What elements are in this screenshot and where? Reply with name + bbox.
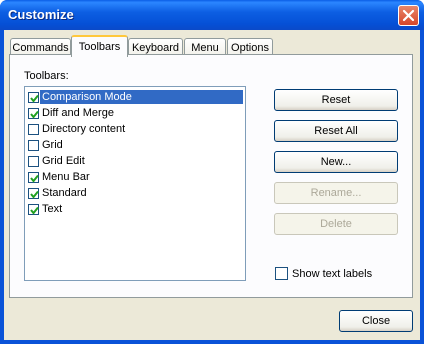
list-item[interactable]: Diff and Merge — [27, 105, 243, 121]
new-button[interactable]: New... — [274, 151, 398, 173]
reset-all-button[interactable]: Reset All — [274, 120, 398, 142]
list-item[interactable]: Text — [27, 201, 243, 217]
list-item[interactable]: Standard — [27, 185, 243, 201]
list-item-label: Comparison Mode — [40, 90, 134, 104]
list-item-label: Grid Edit — [42, 155, 85, 167]
window-title: Customize — [8, 7, 74, 22]
window-frame-bottom — [0, 340, 424, 344]
checkbox[interactable] — [28, 171, 39, 183]
checkbox[interactable] — [28, 187, 39, 199]
checkbox[interactable] — [28, 203, 39, 215]
list-item-label: Standard — [42, 187, 87, 199]
checkbox[interactable] — [28, 123, 39, 135]
checkbox[interactable] — [28, 155, 39, 167]
tab-label: Menu — [191, 41, 219, 54]
list-item-label: Directory content — [42, 123, 126, 135]
list-item-label: Text — [42, 203, 63, 215]
show-text-labels-label: Show text labels — [292, 267, 373, 280]
list-item-label: Grid — [42, 139, 63, 151]
list-item-label: Diff and Merge — [42, 107, 114, 119]
list-item[interactable]: Directory content — [27, 121, 243, 137]
close-button[interactable]: Close — [339, 310, 413, 332]
tab-label: Toolbars — [78, 41, 121, 53]
show-text-labels-option[interactable]: Show text labels — [274, 267, 372, 280]
dialog-body: Commands Toolbars Keyboard Menu Options … — [4, 30, 420, 340]
list-item[interactable]: Grid — [27, 137, 243, 153]
checkbox[interactable] — [28, 91, 39, 103]
checkbox[interactable] — [28, 139, 39, 151]
tab-label: Keyboard — [131, 41, 180, 54]
close-icon[interactable] — [398, 5, 419, 26]
toolbars-panel: Toolbars: Comparison Mode Diff and Merge — [9, 54, 413, 298]
show-text-labels-checkbox[interactable] — [275, 267, 288, 280]
customize-window: Customize Commands Toolbars Keyboard Men… — [0, 0, 424, 344]
tab-label: Options — [231, 41, 269, 54]
reset-button[interactable]: Reset — [274, 89, 398, 111]
list-item[interactable]: Comparison Mode — [27, 89, 243, 105]
list-item-label: Menu Bar — [42, 171, 90, 183]
checkbox[interactable] — [28, 107, 39, 119]
title-bar[interactable]: Customize — [0, 0, 424, 30]
toolbars-list[interactable]: Comparison Mode Diff and Merge Directory… — [24, 86, 246, 281]
toolbars-label: Toolbars: — [24, 70, 69, 82]
delete-button[interactable]: Delete — [274, 213, 398, 235]
list-item[interactable]: Grid Edit — [27, 153, 243, 169]
rename-button[interactable]: Rename... — [274, 182, 398, 204]
list-item[interactable]: Menu Bar — [27, 169, 243, 185]
tab-toolbars[interactable]: Toolbars — [71, 35, 128, 57]
tab-label: Commands — [12, 41, 69, 54]
